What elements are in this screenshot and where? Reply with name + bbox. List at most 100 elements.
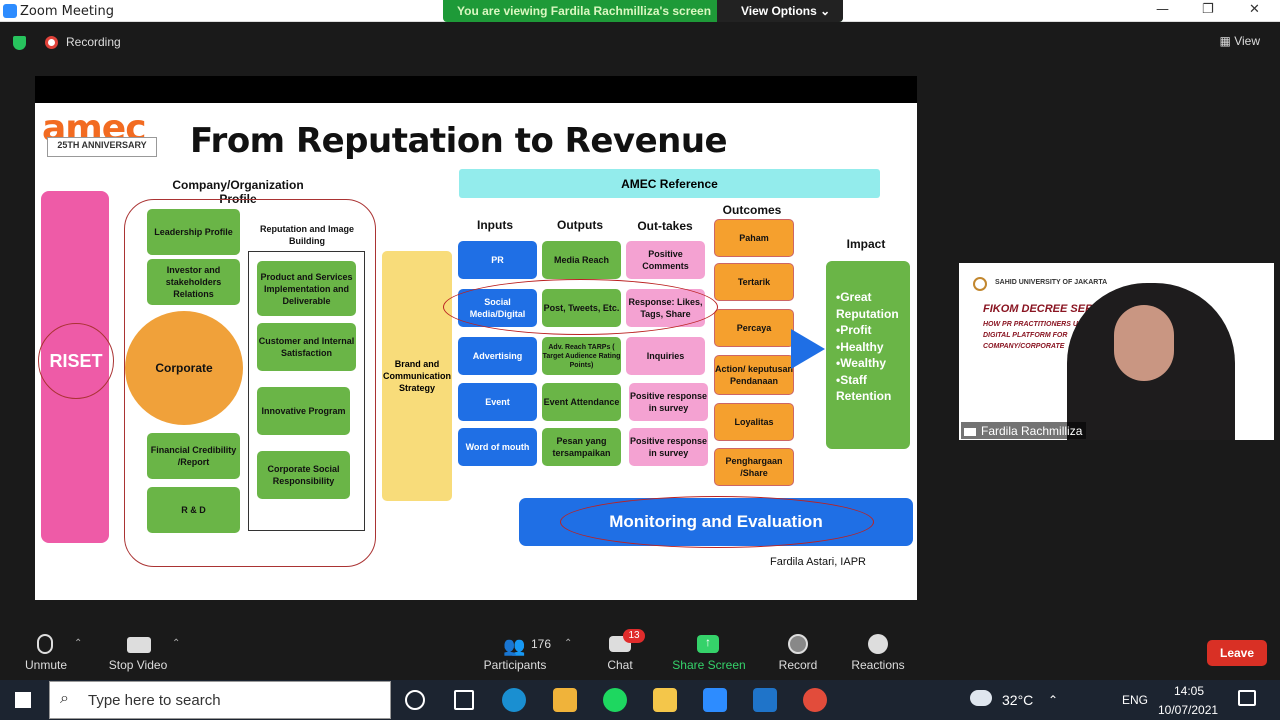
mic-options-icon[interactable]: ⌃	[74, 638, 82, 649]
chat-badge: 13	[623, 629, 645, 643]
mail-icon[interactable]	[753, 688, 777, 712]
speaker-video[interactable]: SAHID UNIVERSITY OF JAKARTA FIKOM DECREE…	[959, 263, 1274, 440]
reputation-header: Reputation and Image Building	[259, 224, 354, 246]
outputs-header: Outputs	[557, 218, 603, 232]
clock-time[interactable]: 14:05	[1174, 684, 1204, 698]
brand-strategy-box: Brand and Communication Strategy	[382, 251, 452, 501]
input-event: Event	[458, 383, 537, 421]
riset-label: RISET	[38, 323, 114, 399]
task-view-icon[interactable]	[454, 690, 474, 710]
notifications-icon[interactable]	[1238, 690, 1256, 706]
shared-screen-top	[35, 76, 917, 103]
cortana-icon[interactable]	[405, 690, 425, 710]
leave-button[interactable]: Leave	[1207, 640, 1267, 666]
arrow-right-icon	[791, 329, 825, 369]
edge-icon[interactable]	[502, 688, 526, 712]
share-screen-icon[interactable]: ↑	[697, 635, 719, 653]
output-event: Event Attendance	[542, 383, 621, 421]
outtake-survey-2: Positive response in survey	[629, 428, 708, 466]
impact-box: •Great Reputation •Profit •Healthy •Weal…	[826, 261, 910, 449]
tray-chevron-icon[interactable]: ⌃	[1048, 693, 1058, 707]
view-label: View	[1234, 34, 1260, 48]
view-options-button[interactable]: View Options ⌄	[717, 0, 843, 22]
viewing-text: You are viewing Fardila Rachmilliza's sc…	[457, 4, 712, 18]
weather-cloud-icon[interactable]	[970, 690, 992, 706]
outcomes-header: Outcomes	[722, 203, 782, 217]
outcome-paham: Paham	[714, 219, 794, 257]
minimize-button[interactable]: —	[1156, 2, 1169, 17]
university-text: SAHID UNIVERSITY OF JAKARTA	[995, 279, 1108, 286]
outcome-percaya: Percaya	[714, 309, 794, 347]
view-button[interactable]: ▦ View	[1220, 34, 1260, 48]
mic-muted-icon[interactable]	[37, 634, 53, 654]
impact-line: Reputation	[836, 306, 899, 321]
output-pesan: Pesan yang tersampaikan	[542, 428, 621, 466]
outtakes-header: Out-takes	[637, 219, 693, 233]
output-adv-reach: Adv. Reach TARPs ( Target Audience Ratin…	[542, 337, 621, 375]
store-icon[interactable]	[553, 688, 577, 712]
impact-line: •Wealthy	[836, 356, 886, 370]
search-icon: ⌕	[60, 690, 69, 707]
speaker-face	[1114, 305, 1174, 381]
outtake-survey-1: Positive response in survey	[629, 383, 708, 421]
record-button[interactable]: Record	[776, 658, 820, 672]
amec-reference-header: AMEC Reference	[459, 169, 880, 198]
video-options-icon[interactable]: ⌃	[172, 638, 180, 649]
signal-icon	[964, 426, 976, 436]
outcome-action: Action/ keputusan Pendanaan	[714, 355, 794, 395]
language-indicator[interactable]: ENG	[1122, 693, 1148, 707]
zoom-logo-icon	[3, 4, 17, 18]
investor-box: Investor and stakeholders Relations	[147, 259, 240, 305]
unmute-button[interactable]: Unmute	[18, 658, 74, 672]
share-banner: You are viewing Fardila Rachmilliza's sc…	[443, 0, 843, 22]
input-pr: PR	[458, 241, 537, 279]
output-media-reach: Media Reach	[542, 241, 621, 279]
recording-label: Recording	[66, 35, 121, 49]
participants-options-icon[interactable]: ⌃	[564, 638, 572, 649]
stop-video-button[interactable]: Stop Video	[106, 658, 170, 672]
outtake-comments: Positive Comments	[626, 241, 705, 279]
shield-icon[interactable]	[13, 36, 26, 50]
university-logo-icon	[973, 277, 987, 291]
participant-name-text: Fardila Rachmilliza	[981, 424, 1083, 438]
file-explorer-icon[interactable]	[653, 688, 677, 712]
video-camera-icon[interactable]	[127, 637, 151, 653]
share-screen-button[interactable]: Share Screen	[672, 658, 746, 672]
record-icon[interactable]	[788, 634, 808, 654]
impact-line: •Profit	[836, 323, 872, 337]
zoom-taskbar-icon[interactable]	[703, 688, 727, 712]
search-placeholder: Type here to search	[88, 692, 221, 709]
outtake-inquiries: Inquiries	[626, 337, 705, 375]
spotify-icon[interactable]	[603, 688, 627, 712]
csr-box: Corporate Social Responsibility	[257, 451, 350, 499]
impact-line: •Healthy	[836, 339, 884, 354]
participants-button[interactable]: Participants	[480, 658, 550, 672]
chrome-icon[interactable]	[803, 688, 827, 712]
rnd-box: R & D	[147, 487, 240, 533]
shared-slide: amec 25TH ANNIVERSARY From Reputation to…	[35, 103, 917, 600]
impact-line: •Staff	[836, 372, 867, 387]
innovative-box: Innovative Program	[257, 387, 350, 435]
amec-anniversary-badge: 25TH ANNIVERSARY	[47, 137, 157, 157]
chat-button[interactable]: Chat	[602, 658, 638, 672]
outcome-penghargaan: Penghargaan /Share	[714, 448, 794, 486]
inputs-header: Inputs	[477, 218, 513, 232]
participants-icon[interactable]: 👥	[503, 636, 525, 657]
windows-start-icon[interactable]	[15, 692, 31, 708]
reactions-button[interactable]: Reactions	[848, 658, 908, 672]
temperature[interactable]: 32°C	[1002, 692, 1033, 708]
participant-name: Fardila Rachmilliza	[961, 422, 1087, 439]
recording-icon	[45, 36, 58, 49]
impact-line: Retention	[836, 389, 892, 403]
clock-date[interactable]: 10/07/2021	[1158, 703, 1218, 717]
outcome-tertarik: Tertarik	[714, 263, 794, 301]
close-button[interactable]: ✕	[1249, 2, 1260, 17]
product-box: Product and Services Implementation and …	[257, 261, 356, 316]
financial-box: Financial Credibility /Report	[147, 433, 240, 479]
restore-button[interactable]: ❐	[1202, 2, 1214, 17]
slide-author: Fardila Astari, IAPR	[770, 556, 866, 568]
taskbar-search[interactable]: ⌕ Type here to search	[49, 681, 391, 719]
input-advertising: Advertising	[458, 337, 537, 375]
reactions-icon[interactable]	[868, 634, 888, 654]
impact-header: Impact	[846, 237, 886, 251]
